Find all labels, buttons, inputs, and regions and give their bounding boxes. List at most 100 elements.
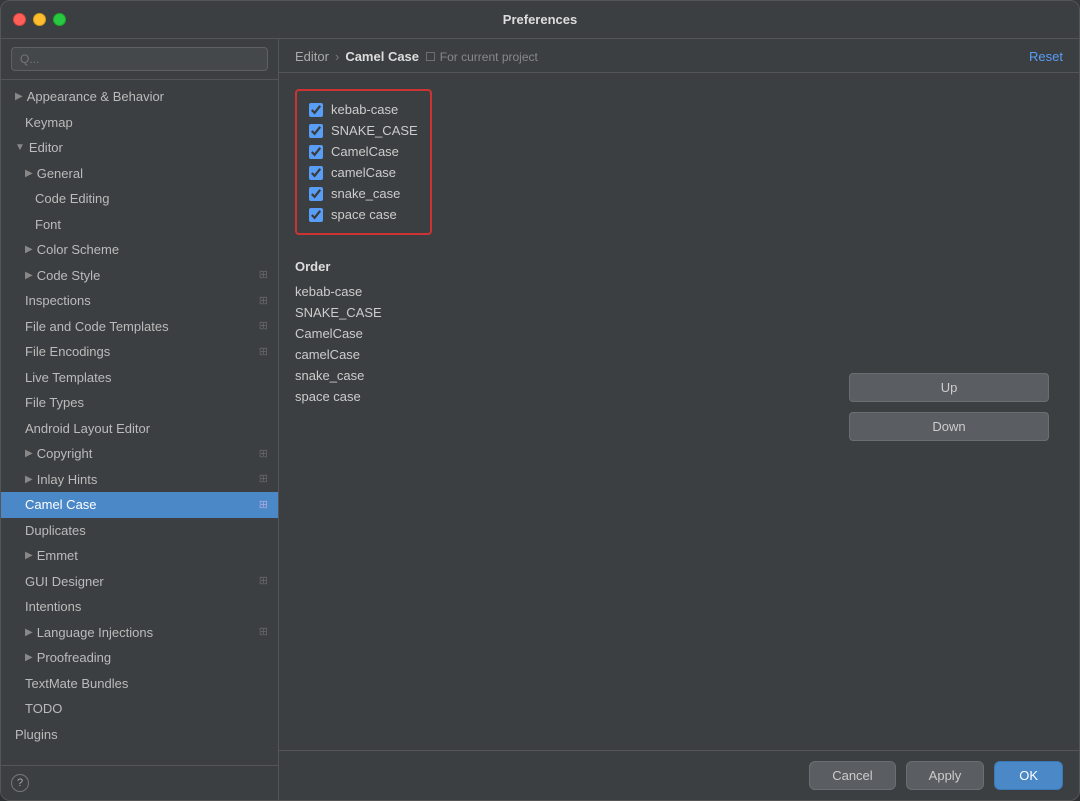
chevron-right-icon: ▶ (25, 166, 33, 181)
sidebar-item-label: GUI Designer (25, 572, 104, 592)
sidebar-item-intentions[interactable]: Intentions (1, 594, 278, 620)
main-body: kebab-case SNAKE_CASE CamelCase camelCas… (279, 73, 1079, 750)
sidebar-item-label: Language Injections (37, 623, 153, 643)
traffic-lights (13, 13, 66, 26)
copy-icon: ⊞ (259, 318, 268, 335)
sidebar-item-label: Inspections (25, 291, 91, 311)
order-item-3: camelCase (295, 345, 382, 364)
checkboxes-section: kebab-case SNAKE_CASE CamelCase camelCas… (295, 89, 432, 235)
checkbox-camel-case-lower-label: camelCase (331, 165, 396, 180)
close-button[interactable] (13, 13, 26, 26)
main-panel: Editor › Camel Case ☐For current project… (279, 39, 1079, 800)
sidebar-item-editor[interactable]: ▼ Editor (1, 135, 278, 161)
preferences-window: Preferences ▶ Appearance & Behavior Keym… (0, 0, 1080, 801)
sidebar-item-label: Inlay Hints (37, 470, 98, 490)
sidebar-item-code-style[interactable]: ▶ Code Style ⊞ (1, 263, 278, 289)
sidebar-item-label: Intentions (25, 597, 81, 617)
chevron-right-icon: ▶ (15, 89, 23, 104)
sidebar-item-color-scheme[interactable]: ▶ Color Scheme (1, 237, 278, 263)
sidebar-item-appearance-behavior[interactable]: ▶ Appearance & Behavior (1, 84, 278, 110)
order-item-2: CamelCase (295, 324, 382, 343)
reset-button[interactable]: Reset (1029, 49, 1063, 64)
checkbox-kebab-case: kebab-case (309, 99, 418, 120)
help-button[interactable]: ? (11, 774, 29, 792)
sidebar-item-file-code-templates[interactable]: File and Code Templates ⊞ (1, 314, 278, 340)
sidebar-item-font[interactable]: Font (1, 212, 278, 238)
sidebar-item-duplicates[interactable]: Duplicates (1, 518, 278, 544)
sidebar-item-general[interactable]: ▶ General (1, 161, 278, 187)
sidebar-item-label: File and Code Templates (25, 317, 169, 337)
sidebar-item-language-injections[interactable]: ▶ Language Injections ⊞ (1, 620, 278, 646)
copy-icon: ⊞ (259, 293, 268, 310)
sidebar-item-copyright[interactable]: ▶ Copyright ⊞ (1, 441, 278, 467)
sidebar-item-label: File Encodings (25, 342, 110, 362)
sidebar-item-label: Emmet (37, 546, 78, 566)
chevron-right-icon: ▶ (25, 446, 33, 461)
chevron-right-icon: ▶ (25, 548, 33, 563)
sidebar-bottom: ? (1, 765, 278, 800)
sidebar-item-label: Color Scheme (37, 240, 119, 260)
sidebar-item-android-layout-editor[interactable]: Android Layout Editor (1, 416, 278, 442)
sidebar-item-label: TODO (25, 699, 62, 719)
sidebar-item-proofreading[interactable]: ▶ Proofreading (1, 645, 278, 671)
sidebar-item-live-templates[interactable]: Live Templates (1, 365, 278, 391)
minimize-button[interactable] (33, 13, 46, 26)
down-button[interactable]: Down (849, 412, 1049, 441)
sidebar-item-label: Android Layout Editor (25, 419, 150, 439)
sidebar-tree: ▶ Appearance & Behavior Keymap ▼ Editor … (1, 80, 278, 765)
sidebar-item-file-types[interactable]: File Types (1, 390, 278, 416)
checkbox-snake-case-label: snake_case (331, 186, 400, 201)
sidebar-item-code-editing[interactable]: Code Editing (1, 186, 278, 212)
sidebar-item-label: Font (35, 215, 61, 235)
search-box (1, 39, 278, 80)
sidebar-item-camel-case[interactable]: Camel Case ⊞ (1, 492, 278, 518)
breadcrumb-arrow-icon: › (335, 49, 339, 64)
chevron-down-icon: ▼ (15, 140, 25, 155)
footer: Cancel Apply OK (279, 750, 1079, 800)
ok-button[interactable]: OK (994, 761, 1063, 790)
sidebar-item-todo[interactable]: TODO (1, 696, 278, 722)
sidebar-item-gui-designer[interactable]: GUI Designer ⊞ (1, 569, 278, 595)
checkbox-icon: ☐ (425, 50, 436, 64)
sidebar-item-keymap[interactable]: Keymap (1, 110, 278, 136)
maximize-button[interactable] (53, 13, 66, 26)
search-input[interactable] (11, 47, 268, 71)
sidebar-item-inlay-hints[interactable]: ▶ Inlay Hints ⊞ (1, 467, 278, 493)
sidebar-item-label: Keymap (25, 113, 73, 133)
copy-icon: ⊞ (259, 471, 268, 488)
checkbox-camel-case-lower: camelCase (309, 162, 418, 183)
sidebar-item-inspections[interactable]: Inspections ⊞ (1, 288, 278, 314)
checkbox-camel-case-upper-input[interactable] (309, 145, 323, 159)
chevron-right-icon: ▶ (25, 242, 33, 257)
copy-icon: ⊞ (259, 624, 268, 641)
checkbox-kebab-case-input[interactable] (309, 103, 323, 117)
sidebar-item-file-encodings[interactable]: File Encodings ⊞ (1, 339, 278, 365)
order-item-1: SNAKE_CASE (295, 303, 382, 322)
sidebar-item-label: Editor (29, 138, 63, 158)
copy-icon: ⊞ (259, 344, 268, 361)
sidebar-item-textmate-bundles[interactable]: TextMate Bundles (1, 671, 278, 697)
sidebar-item-plugins[interactable]: Plugins (1, 722, 278, 748)
content-area: ▶ Appearance & Behavior Keymap ▼ Editor … (1, 39, 1079, 800)
sidebar-item-label: Copyright (37, 444, 93, 464)
sidebar-item-label: File Types (25, 393, 84, 413)
checkbox-space-case-input[interactable] (309, 208, 323, 222)
apply-button[interactable]: Apply (906, 761, 985, 790)
breadcrumb-parent: Editor (295, 49, 329, 64)
checkbox-space-case: space case (309, 204, 418, 225)
sidebar: ▶ Appearance & Behavior Keymap ▼ Editor … (1, 39, 279, 800)
checkbox-snake-case-upper-input[interactable] (309, 124, 323, 138)
sidebar-item-label: Appearance & Behavior (27, 87, 164, 107)
window-title: Preferences (503, 12, 577, 27)
checkbox-camel-case-lower-input[interactable] (309, 166, 323, 180)
for-current-project-label: ☐For current project (425, 50, 538, 64)
sidebar-item-label: Code Editing (35, 189, 109, 209)
sidebar-item-emmet[interactable]: ▶ Emmet (1, 543, 278, 569)
checkbox-snake-case-input[interactable] (309, 187, 323, 201)
copy-icon: ⊞ (259, 497, 268, 514)
up-button[interactable]: Up (849, 373, 1049, 402)
order-item-0: kebab-case (295, 282, 382, 301)
copy-icon: ⊞ (259, 267, 268, 284)
checkbox-space-case-label: space case (331, 207, 397, 222)
cancel-button[interactable]: Cancel (809, 761, 895, 790)
